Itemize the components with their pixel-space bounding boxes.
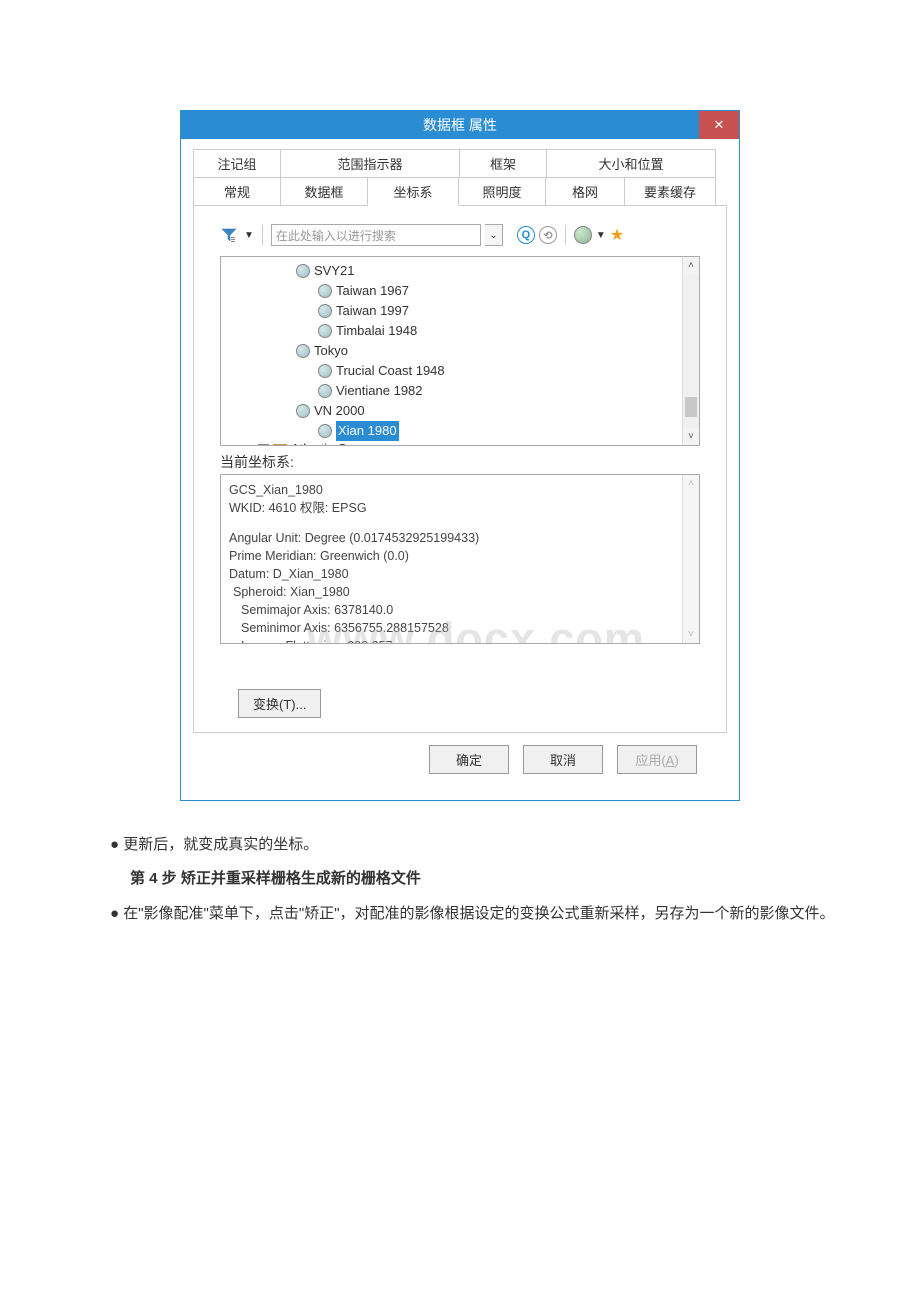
globe-icon — [318, 324, 332, 338]
search-dropdown[interactable]: ⌄ — [485, 224, 503, 246]
detail-line: Prime Meridian: Greenwich (0.0) — [229, 547, 691, 565]
tree-scrollbar[interactable]: ˄ ˅ — [682, 257, 699, 445]
globe-icon — [296, 404, 310, 418]
transform-button[interactable]: 变换(T)... — [238, 689, 321, 718]
filter-dropdown-caret[interactable]: ▼ — [244, 230, 254, 241]
globe-icon — [318, 304, 332, 318]
cancel-button[interactable]: 取消 — [523, 745, 603, 774]
scroll-thumb[interactable] — [685, 397, 697, 417]
tab-general[interactable]: 常规 — [193, 177, 281, 206]
dialog-footer: 确定 取消 应用(A) — [193, 733, 727, 788]
globe-icon[interactable] — [574, 226, 592, 244]
folder-icon — [273, 444, 287, 447]
tab-body: ▼ 在此处输入以进行搜索 ⌄ Q ⟲ ▼ ★ SVY21 Taiwan 1967… — [193, 205, 727, 733]
tab-row-2: 常规 数据框 坐标系 照明度 格网 要素缓存 — [193, 177, 727, 206]
toolbar: ▼ 在此处输入以进行搜索 ⌄ Q ⟲ ▼ ★ — [220, 224, 712, 246]
watermark: www.docx.com — [307, 630, 645, 644]
filter-icon[interactable] — [220, 226, 238, 244]
detail-line: Datum: D_Xian_1980 — [229, 565, 691, 583]
scroll-up-icon[interactable]: ˄ — [683, 257, 699, 274]
tab-coordinate-system[interactable]: 坐标系 — [367, 177, 459, 206]
tree-item[interactable]: SVY21 — [296, 261, 699, 281]
recent-icon[interactable]: ⟲ — [539, 226, 557, 244]
tab-dataframe[interactable]: 数据框 — [280, 177, 368, 206]
tab-feature-cache[interactable]: 要素缓存 — [624, 177, 716, 206]
scroll-down-icon[interactable]: ˅ — [683, 428, 699, 445]
search-input[interactable]: 在此处输入以进行搜索 — [271, 224, 481, 246]
details-scrollbar[interactable]: ˄ ˅ — [682, 475, 699, 643]
tab-annotation-groups[interactable]: 注记组 — [193, 149, 281, 178]
tree-item[interactable]: Vientiane 1982 — [296, 381, 699, 401]
tab-row-1: 注记组 范围指示器 框架 大小和位置 — [193, 149, 727, 178]
globe-icon — [318, 364, 332, 378]
tree-item[interactable]: VN 2000 — [296, 401, 699, 421]
tab-size-position[interactable]: 大小和位置 — [546, 149, 716, 178]
doc-heading: 第 4 步 矫正并重采样栅格生成新的栅格文件 — [130, 867, 840, 888]
detail-line: WKID: 4610 权限: EPSG — [229, 499, 691, 517]
dialog-window: 数据框 属性 ✕ 注记组 范围指示器 框架 大小和位置 常规 数据框 坐标系 照… — [180, 110, 740, 801]
expand-icon[interactable]: + — [258, 444, 269, 447]
detail-line: Angular Unit: Degree (0.0174532925199433… — [229, 529, 691, 547]
tree-item-folder[interactable]: + Atlantic Ocean — [258, 441, 699, 446]
tree-item[interactable]: Timbalai 1948 — [296, 321, 699, 341]
favorite-icon[interactable]: ★ — [610, 225, 624, 245]
globe-icon — [318, 384, 332, 398]
separator — [262, 225, 263, 245]
crs-details: GCS_Xian_1980 WKID: 4610 权限: EPSG Angula… — [220, 474, 700, 644]
separator — [565, 225, 566, 245]
tree-items: SVY21 Taiwan 1967 Taiwan 1997 Timbalai 1… — [221, 257, 699, 446]
coordinate-tree: SVY21 Taiwan 1967 Taiwan 1997 Timbalai 1… — [220, 256, 700, 446]
tab-illumination[interactable]: 照明度 — [458, 177, 546, 206]
detail-line: GCS_Xian_1980 — [229, 481, 691, 499]
scroll-down-icon: ˅ — [683, 626, 699, 643]
globe-icon — [296, 344, 310, 358]
globe-icon — [318, 424, 332, 438]
tree-item[interactable]: Taiwan 1967 — [296, 281, 699, 301]
tab-frame[interactable]: 框架 — [459, 149, 547, 178]
tab-grids[interactable]: 格网 — [545, 177, 625, 206]
titlebar: 数据框 属性 ✕ — [181, 111, 739, 139]
tree-item[interactable]: Trucial Coast 1948 — [296, 361, 699, 381]
globe-icon — [318, 284, 332, 298]
tree-item-selected[interactable]: Xian 1980 — [296, 421, 699, 441]
current-crs-label: 当前坐标系: — [220, 452, 700, 472]
detail-line: Spheroid: Xian_1980 — [229, 583, 691, 601]
doc-paragraph: ● 更新后，就变成真实的坐标。 — [80, 831, 840, 859]
scroll-up-icon: ˄ — [683, 475, 699, 492]
dialog-content: 注记组 范围指示器 框架 大小和位置 常规 数据框 坐标系 照明度 格网 要素缓… — [181, 139, 739, 800]
tab-extent-indicators[interactable]: 范围指示器 — [280, 149, 460, 178]
globe-dropdown-caret[interactable]: ▼ — [596, 230, 606, 241]
close-button[interactable]: ✕ — [699, 111, 739, 139]
ok-button[interactable]: 确定 — [429, 745, 509, 774]
search-icon[interactable]: Q — [517, 226, 535, 244]
globe-icon — [296, 264, 310, 278]
doc-paragraph: ● 在"影像配准"菜单下，点击"矫正"，对配准的影像根据设定的变换公式重新采样，… — [80, 900, 860, 928]
tree-item[interactable]: Tokyo — [296, 341, 699, 361]
window-title: 数据框 属性 — [181, 115, 739, 135]
apply-button[interactable]: 应用(A) — [617, 745, 697, 774]
tree-item[interactable]: Taiwan 1997 — [296, 301, 699, 321]
